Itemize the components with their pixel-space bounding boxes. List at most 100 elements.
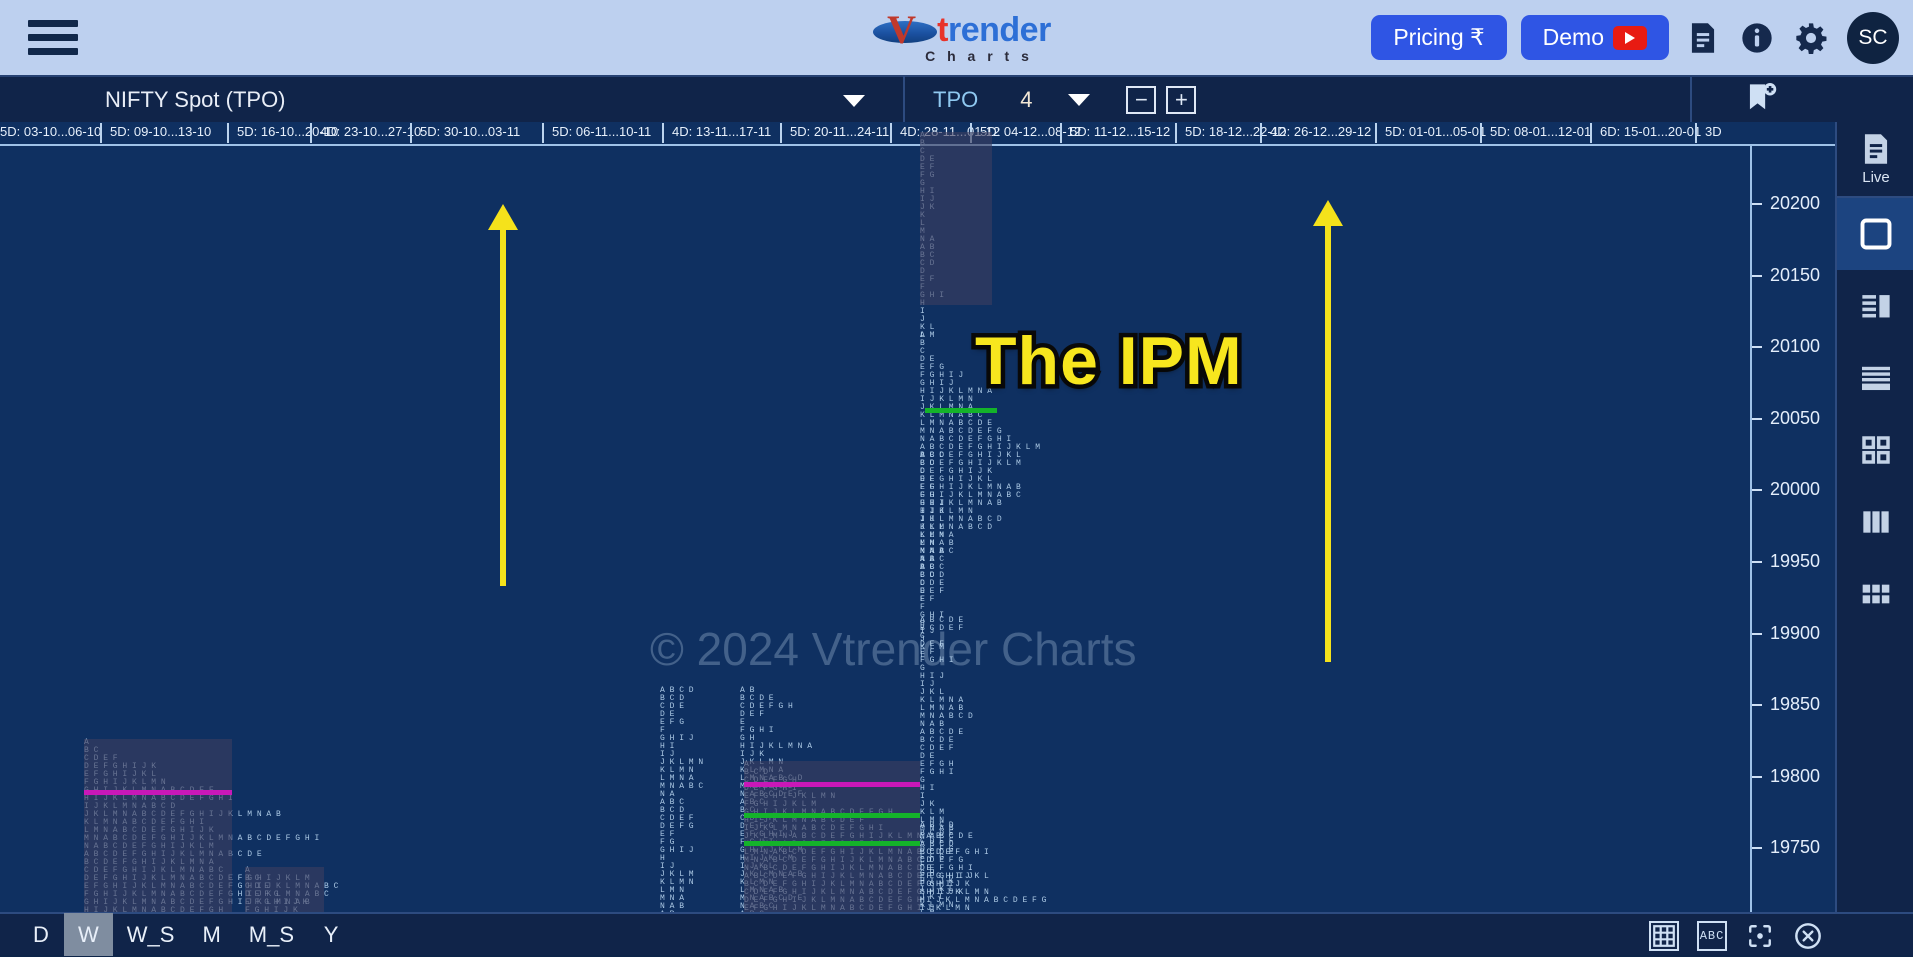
timeframe-group: DWW_SMM_SY (0, 913, 354, 956)
price-axis-tick (1752, 561, 1762, 563)
timeframe-button-m_s[interactable]: M_S (235, 913, 308, 956)
tpo-increment-button[interactable]: + (1166, 86, 1196, 114)
sidebar-item-stacked-rows[interactable] (1837, 342, 1913, 414)
timeframe-button-y[interactable]: Y (308, 913, 354, 956)
symbol-label: NIFTY Spot (TPO) (105, 87, 286, 113)
value-area-box (84, 739, 232, 912)
date-axis-label: 4D: 13-11...17-11 (672, 124, 771, 139)
sidebar-item-live[interactable]: Live (1837, 122, 1913, 196)
logo-wordmark: trender (937, 13, 1051, 47)
price-axis-tick (1752, 489, 1762, 491)
focus-target-icon[interactable] (1745, 921, 1775, 951)
date-axis-label: 5D: 30-10...03-11 (420, 124, 520, 139)
sidebar-item-list-panel[interactable] (1837, 270, 1913, 342)
grid-icon[interactable] (1649, 921, 1679, 951)
date-axis-label: 5D: 20-11...24-11 (790, 124, 889, 139)
chart-toolbar: NIFTY Spot (TPO) TPO 4 − + (0, 75, 1913, 122)
price-axis-label: 20000 (1770, 479, 1820, 500)
chart-annotation-text: The IPM (975, 322, 1243, 400)
tpo-chevron-down-icon[interactable] (1068, 94, 1090, 106)
price-axis-label: 20200 (1770, 193, 1820, 214)
pricing-button[interactable]: Pricing ₹ (1371, 15, 1506, 60)
tpo-decrement-button[interactable]: − (1126, 86, 1156, 114)
price-axis-label: 19950 (1770, 551, 1820, 572)
bookmark-add-button[interactable] (1690, 77, 1830, 124)
date-axis-label: 5D: 11-12...15-12 (1070, 124, 1170, 139)
sidebar-item-three-columns[interactable] (1837, 486, 1913, 558)
avatar[interactable]: SC (1847, 12, 1899, 64)
date-axis: 5D: 03-10...06-105D: 09-10...13-105D: 16… (0, 122, 1835, 146)
sidebar-item-grid-2x3[interactable] (1837, 558, 1913, 630)
value-area-box (245, 867, 324, 912)
close-circle-icon[interactable] (1793, 921, 1823, 951)
youtube-play-icon (1613, 26, 1647, 50)
poc-line (744, 782, 920, 787)
timeframe-button-m[interactable]: M (188, 913, 234, 956)
abc-icon[interactable]: ABC (1697, 921, 1727, 951)
demo-button[interactable]: Demo (1521, 15, 1669, 60)
single-pane-icon (1858, 216, 1894, 252)
date-axis-tick (410, 123, 412, 143)
date-axis-tick (1375, 123, 1377, 143)
info-icon[interactable] (1737, 18, 1777, 58)
sidebar-item-grid-2x2[interactable] (1837, 414, 1913, 486)
date-axis-label: 5D: 01-01...05-01 (1385, 124, 1486, 139)
date-axis-tick (1060, 123, 1062, 143)
hamburger-bar (28, 34, 78, 41)
date-axis-tick (100, 123, 102, 143)
gear-icon[interactable] (1791, 18, 1831, 58)
price-axis-label: 19850 (1770, 694, 1820, 715)
hamburger-menu-icon[interactable] (28, 18, 78, 58)
date-axis-label: 4D: 23-10...27-10 (320, 124, 421, 139)
date-axis-label: 5D: 08-01...12-01 (1490, 124, 1591, 139)
bottom-bar: DWW_SMM_SY ABC (0, 912, 1913, 955)
logo-wordmark-t: t (937, 11, 948, 49)
date-axis-tick (780, 123, 782, 143)
logo-row: V trender (873, 10, 1051, 50)
stacked-rows-icon (1859, 364, 1893, 392)
up-arrow-left (488, 204, 518, 586)
app-logo[interactable]: V trender C h a r t s (862, 6, 1062, 68)
right-sidebar: Live (1835, 122, 1913, 912)
price-axis-tick (1752, 847, 1762, 849)
tpo-value[interactable]: 4 (1020, 87, 1032, 113)
date-axis-tick (1695, 123, 1697, 143)
date-axis-label: 3D (1705, 124, 1722, 139)
price-axis-label: 19800 (1770, 766, 1820, 787)
sidebar-item-single-pane[interactable] (1837, 198, 1913, 270)
price-axis-tick (1752, 346, 1762, 348)
live-document-icon (1861, 133, 1891, 165)
date-axis-tick (662, 123, 664, 143)
timeframe-button-w_s[interactable]: W_S (113, 913, 189, 956)
timeframe-button-d[interactable]: D (18, 913, 64, 956)
price-axis-tick (1752, 776, 1762, 778)
sidebar-item-label: Live (1862, 169, 1890, 186)
bookmark-add-icon (1744, 83, 1778, 119)
chevron-down-icon (843, 95, 865, 107)
price-axis-label: 19750 (1770, 837, 1820, 858)
arrow-shaft (1325, 222, 1331, 662)
up-arrow-right (1313, 200, 1343, 662)
tpo-label: TPO (933, 87, 978, 113)
grid-2x2-icon (1860, 434, 1892, 466)
document-icon[interactable] (1683, 18, 1723, 58)
list-with-panel-icon (1859, 291, 1893, 321)
tpo-control-group: TPO 4 − + (905, 76, 1196, 123)
price-axis-tick (1752, 418, 1762, 420)
header-actions: Pricing ₹ Demo SC (1371, 0, 1899, 75)
value-area-box (920, 132, 992, 305)
date-axis-label: 5D: 09-10...13-10 (110, 124, 211, 139)
price-axis-tick (1752, 203, 1762, 205)
price-axis-tick (1752, 275, 1762, 277)
date-axis-tick (1175, 123, 1177, 143)
price-axis-label: 19900 (1770, 623, 1820, 644)
chart-canvas[interactable]: 5D: 03-10...06-105D: 09-10...13-105D: 16… (0, 122, 1835, 912)
date-axis-label: 5D: 06-11...10-11 (552, 124, 651, 139)
date-axis-tick (1480, 123, 1482, 143)
date-axis-label: 5D: 03-10...06-10 (0, 124, 101, 139)
timeframe-button-w[interactable]: W (64, 913, 113, 956)
date-axis-label: 5D: 04-12...08-12 (980, 124, 1081, 139)
symbol-selector[interactable]: NIFTY Spot (TPO) (0, 76, 905, 123)
value-area-line (925, 408, 997, 413)
date-axis-tick (227, 123, 229, 143)
